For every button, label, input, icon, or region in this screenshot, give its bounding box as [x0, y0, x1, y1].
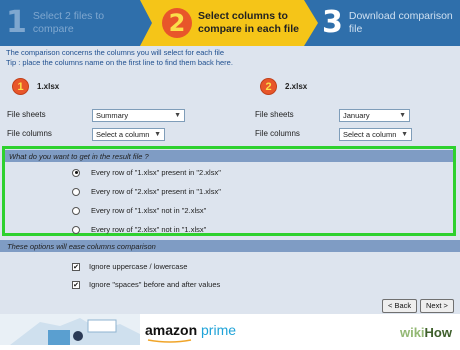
file-1-columns-label: File columns — [7, 129, 52, 138]
radio-button-selected[interactable] — [72, 168, 80, 177]
chevron-down-icon: ▼ — [154, 131, 161, 138]
ad-illustration-graphic — [0, 314, 140, 345]
step-1-label: Select 2 files to compare — [33, 10, 104, 36]
file-1-header: 1 1.xlsx — [12, 78, 59, 95]
step-2-active: 2 Select columns to compare in each file — [140, 0, 318, 46]
file-1-badge: 1 — [12, 78, 29, 95]
ad-illustration — [0, 314, 140, 345]
file-1-sheets-label: File sheets — [7, 110, 46, 119]
step-1-number: 1 — [6, 5, 27, 40]
intro-text: The comparison concerns the columns you … — [6, 48, 233, 68]
wikihow-watermark: wikiHow — [400, 325, 452, 340]
result-option-4-label: Every row of "2.xlsx" not in "1.xlsx" — [91, 225, 207, 234]
file-2-column-value: Select a column — [343, 130, 397, 139]
step-1-label-line2: compare — [32, 23, 74, 35]
amazon-smile-icon — [147, 339, 192, 343]
file-2-columns-label: File columns — [255, 129, 300, 138]
result-option-4[interactable]: Every row of "2.xlsx" not in "1.xlsx" — [72, 225, 206, 234]
checkbox-checked[interactable]: ✔ — [72, 262, 80, 271]
option-ignore-spaces[interactable]: ✔ Ignore "spaces" before and after value… — [72, 280, 220, 289]
chevron-down-icon: ▼ — [399, 112, 406, 119]
result-option-2-label: Every row of "2.xlsx" present in "1.xlsx… — [91, 187, 221, 196]
result-option-1-label: Every row of "1.xlsx" present in "2.xlsx… — [91, 168, 221, 177]
intro-line-2: Tip : place the columns name on the firs… — [6, 58, 233, 67]
radio-button[interactable] — [72, 206, 80, 215]
amazon-logo-text: amazon — [145, 322, 198, 338]
file-1-name: 1.xlsx — [37, 82, 60, 91]
chevron-down-icon: ▼ — [174, 112, 181, 119]
amazon-prime-logo: amazon prime — [145, 322, 236, 338]
file-1-sheet-value: Summary — [96, 111, 129, 120]
next-button[interactable]: Next > — [420, 299, 454, 313]
file-2-sheet-value: January — [343, 111, 370, 120]
prime-logo-text: prime — [201, 322, 237, 338]
file-2-sheet-select[interactable]: January ▼ — [339, 109, 410, 122]
option-ignore-spaces-label: Ignore "spaces" before and after values — [89, 280, 221, 289]
chevron-down-icon: ▼ — [401, 131, 408, 138]
back-button[interactable]: < Back — [382, 299, 418, 313]
step-2-label: Select columns to compare in each file — [198, 10, 299, 36]
result-option-3[interactable]: Every row of "1.xlsx" not in "2.xlsx" — [72, 206, 206, 215]
step-2-number: 2 — [162, 8, 192, 38]
result-option-3-label: Every row of "1.xlsx" not in "2.xlsx" — [91, 206, 207, 215]
step-3-label: Download comparison file — [349, 10, 453, 36]
file-1-sheet-select[interactable]: Summary ▼ — [92, 109, 185, 122]
result-option-2[interactable]: Every row of "2.xlsx" present in "1.xlsx… — [72, 187, 221, 196]
step-3-label-line2: file — [348, 23, 363, 35]
result-question: What do you want to get in the result fi… — [9, 152, 149, 161]
file-2-header: 2 2.xlsx — [260, 78, 307, 95]
file-2-sheets-label: File sheets — [255, 110, 294, 119]
result-option-1[interactable]: Every row of "1.xlsx" present in "2.xlsx… — [72, 168, 221, 177]
step-1-label-line1: Select 2 files to — [32, 10, 105, 22]
wikihow-part1: wiki — [399, 325, 425, 340]
file-1-column-select[interactable]: Select a column ▼ — [92, 128, 165, 141]
step-2-label-line2: compare in each file — [198, 23, 299, 35]
wikihow-part2: How — [424, 325, 452, 340]
step-1[interactable]: 1 Select 2 files to compare — [0, 0, 150, 46]
options-section-title: These options will ease columns comparis… — [7, 242, 156, 251]
step-3-number: 3 — [322, 5, 343, 40]
file-2-name: 2.xlsx — [285, 82, 308, 91]
step-3-label-line1: Download comparison — [348, 10, 453, 22]
step-2-label-line1: Select columns to — [198, 10, 288, 22]
option-ignore-case[interactable]: ✔ Ignore uppercase / lowercase — [72, 262, 187, 271]
step-3: 3 Download comparison file — [318, 0, 460, 46]
radio-button[interactable] — [72, 187, 80, 196]
intro-line-1: The comparison concerns the columns you … — [6, 48, 225, 57]
checkbox-checked[interactable]: ✔ — [72, 280, 80, 289]
file-1-column-value: Select a column — [96, 130, 150, 139]
file-2-badge: 2 — [260, 78, 277, 95]
wizard-steps-bar: 1 Select 2 files to compare 2 Select col… — [0, 0, 460, 46]
option-ignore-case-label: Ignore uppercase / lowercase — [89, 262, 188, 271]
file-2-column-select[interactable]: Select a column ▼ — [339, 128, 412, 141]
radio-button[interactable] — [72, 225, 80, 234]
